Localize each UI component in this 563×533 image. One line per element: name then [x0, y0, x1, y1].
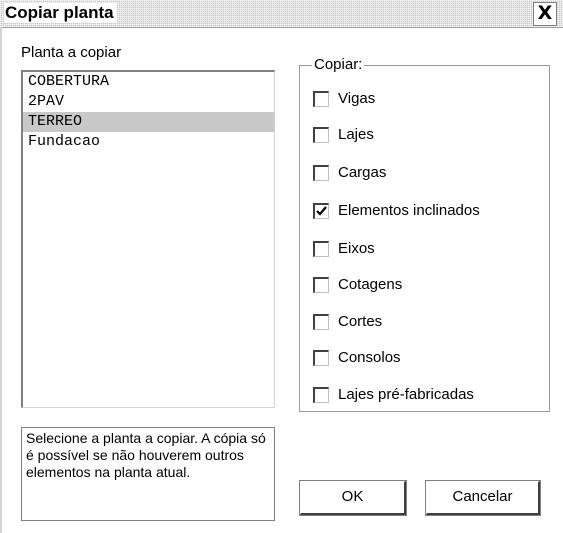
dialog-title: Copiar planta [4, 3, 117, 23]
checkbox-box[interactable] [313, 314, 329, 330]
checkbox-label: Lajes pré-fabricadas [338, 386, 474, 403]
checkbox-label: Elementos inclinados [338, 202, 480, 219]
checkbox-label: Cargas [338, 164, 387, 181]
help-text-box: Selecione a planta a copiar. A cópia só … [21, 427, 275, 521]
list-item-2pav[interactable]: 2PAV [23, 92, 274, 112]
checkbox-label: Vigas [338, 90, 376, 107]
checkbox-box[interactable] [313, 241, 329, 257]
list-item-cobertura[interactable]: COBERTURA [23, 72, 274, 92]
checkbox-label: Eixos [338, 240, 375, 257]
plant-listbox[interactable]: COBERTURA 2PAV TERREO Fundacao [21, 70, 275, 408]
list-item-terreo[interactable]: TERREO [23, 112, 274, 132]
plant-list-label: Planta a copiar [21, 44, 122, 61]
checkbox-box[interactable] [313, 165, 329, 181]
help-text: Selecione a planta a copiar. A cópia só … [26, 430, 266, 480]
title-bar[interactable]: Copiar planta X [0, 0, 563, 28]
checkbox-label: Lajes [338, 126, 374, 143]
window-left-border [0, 27, 2, 533]
checkbox-box[interactable] [313, 387, 329, 403]
close-icon: X [537, 2, 553, 24]
cancel-button[interactable]: Cancelar [425, 480, 541, 516]
ok-button[interactable]: OK [299, 480, 407, 516]
list-item-fundacao[interactable]: Fundacao [23, 132, 274, 152]
checkbox-box[interactable] [313, 350, 329, 366]
check-icon [316, 206, 327, 216]
close-button[interactable]: X [533, 2, 557, 26]
copy-options-group [299, 65, 550, 412]
checkbox-label: Consolos [338, 349, 401, 366]
checkbox-label: Cotagens [338, 276, 403, 293]
checkbox-box[interactable] [313, 127, 329, 143]
checkbox-box[interactable] [313, 203, 329, 219]
checkbox-box[interactable] [313, 277, 329, 293]
checkbox-label: Cortes [338, 313, 383, 330]
copy-options-legend: Copiar: [312, 56, 365, 73]
checkbox-box[interactable] [313, 91, 329, 107]
